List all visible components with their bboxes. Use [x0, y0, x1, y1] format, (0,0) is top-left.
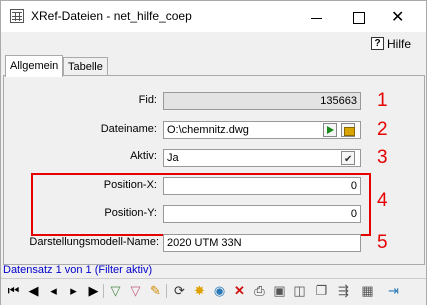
aktiv-label: Aktiv: — [130, 150, 157, 162]
table-export-icon[interactable]: ▦ — [359, 283, 376, 299]
close-icon: ✕ — [391, 9, 405, 26]
help-label: Hilfe — [387, 37, 412, 51]
fid-label: Fid: — [138, 94, 157, 106]
next-page-icon[interactable]: ▶ — [85, 283, 102, 299]
add-filter-icon[interactable]: ▽ — [107, 283, 124, 299]
window-title: XRef-Dateien - net_hilfe_coep — [31, 9, 192, 23]
darstellungsmodell-label: Darstellungsmodell-Name: — [29, 236, 159, 248]
navigation-toolbar: ⏮ ◀ ◂ ▸ ▶ ▽ ▽ ✎ ⟳ ✸ ◉ ✕ ⎙ ▣ ◫ ❐ ⇶ ▦ ⇥ — [1, 278, 426, 305]
first-record-icon[interactable]: ⏮ — [5, 283, 22, 299]
position-y-field[interactable]: 0 — [163, 205, 361, 223]
dateiname-label: Dateiname: — [100, 123, 157, 135]
tab-tabelle[interactable]: Tabelle — [63, 57, 108, 76]
copy-icon[interactable]: ❐ — [313, 283, 330, 299]
position-y-label: Position-Y: — [104, 207, 157, 219]
dateiname-value: O:\chemnitz.dwg — [167, 124, 249, 136]
aktiv-value: Ja — [167, 152, 179, 164]
new-record-icon[interactable]: ✸ — [191, 283, 208, 299]
edit-pencil-icon[interactable]: ✎ — [147, 283, 164, 299]
table-icon — [10, 9, 24, 23]
close-button[interactable]: ✕ — [381, 4, 421, 30]
aktiv-dropdown[interactable]: Ja ✔ — [163, 149, 361, 167]
annotation-5: 5 — [377, 232, 388, 253]
open-file-button[interactable] — [323, 123, 337, 137]
checkmark-icon: ✔ — [344, 154, 353, 165]
maximize-icon — [353, 12, 365, 24]
select-icon[interactable]: ◫ — [291, 283, 308, 299]
annotation-2: 2 — [377, 119, 388, 140]
refresh-icon[interactable]: ⟳ — [171, 283, 188, 299]
aktiv-dropdown-button[interactable]: ✔ — [341, 151, 355, 165]
dateiname-field[interactable]: O:\chemnitz.dwg — [163, 121, 361, 139]
annotation-1: 1 — [377, 90, 388, 111]
maximize-button[interactable] — [339, 4, 379, 30]
annotation-4: 4 — [377, 190, 388, 211]
position-x-field[interactable]: 0 — [163, 177, 361, 195]
previous-record-icon[interactable]: ◂ — [45, 283, 62, 299]
exit-icon[interactable]: ⇥ — [385, 283, 402, 299]
fid-field: 135663 — [163, 92, 361, 110]
folder-icon — [344, 127, 355, 136]
tab-allgemein[interactable]: Allgemein — [5, 55, 64, 77]
dialog-window: XRef-Dateien - net_hilfe_coep ✕ ? Hilfe … — [0, 0, 427, 305]
browse-folder-button[interactable] — [341, 123, 355, 137]
status-text: Datensatz 1 von 1 (Filter aktiv) — [3, 264, 153, 276]
title-bar: XRef-Dateien - net_hilfe_coep ✕ — [1, 1, 426, 32]
position-x-label: Position-X: — [103, 179, 157, 191]
toolbar-separator — [166, 284, 167, 298]
minimize-icon — [311, 18, 322, 19]
darstellungsmodell-field[interactable]: 2020 UTM 33N — [163, 234, 361, 252]
print-icon[interactable]: ⎙ — [251, 283, 268, 299]
delete-icon[interactable]: ✕ — [231, 283, 248, 299]
toolbar-separator — [103, 284, 104, 298]
globe-icon[interactable]: ◉ — [211, 283, 228, 299]
previous-page-icon[interactable]: ◀ — [25, 283, 42, 299]
play-icon — [327, 126, 334, 134]
split-icon[interactable]: ⇶ — [335, 283, 352, 299]
frame-icon[interactable]: ▣ — [271, 283, 288, 299]
next-record-icon[interactable]: ▸ — [65, 283, 82, 299]
filter-icon[interactable]: ▽ — [127, 283, 144, 299]
annotation-3: 3 — [377, 147, 388, 168]
help-icon: ? — [371, 37, 384, 50]
minimize-button[interactable] — [297, 4, 337, 30]
